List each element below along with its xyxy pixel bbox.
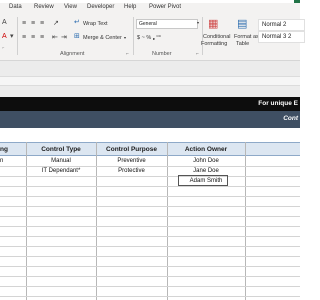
number-format-value: General [139,21,157,27]
chevron-down-icon[interactable]: ▾ [197,20,199,25]
font-color-icon[interactable]: A [2,33,7,40]
row-divider [0,276,300,277]
cell-style-label: Normal 2 [262,22,287,28]
row-divider [0,226,300,227]
conditional-formatting-icon[interactable]: ▦ [208,19,218,30]
cell-control-type[interactable]: IT Dependant* [26,167,96,176]
cell-control-purpose[interactable]: Preventive [96,157,167,166]
cell-style-label: Normal 3 2 [262,34,292,40]
banner-text: For unique E [258,100,298,107]
tab-developer[interactable]: Developer [87,4,114,10]
cell-control-type[interactable]: Manual [26,157,96,166]
merge-center-button[interactable]: Merge & Center [83,35,122,41]
align-top-icon[interactable]: ≡ [22,20,26,27]
decrease-indent-icon[interactable]: ⇤ [52,34,58,41]
number-format-select[interactable]: General [136,19,198,29]
header-control-purpose[interactable]: Control Purpose [96,143,167,156]
table-header-row: ng Control Type Control Purpose Action O… [0,142,300,156]
cell-partial[interactable] [0,167,26,176]
tab-review[interactable]: Review [34,4,54,10]
cell-partial[interactable]: n [0,157,26,166]
active-cell-selection[interactable] [178,175,228,186]
number-launcher-icon[interactable]: ⌐ [196,51,199,57]
header-control-type[interactable]: Control Type [26,143,96,156]
ribbon: A A ▾ ⌐ ≡ ≡ ≡ ↗ ↵ Wrap Text ≡ ≡ ≡ ⇤ ⇥ ⊞ … [0,15,305,61]
row-divider [0,206,300,207]
sheet-banner-slate: Cont [0,111,300,128]
increase-indent-icon[interactable]: ⇥ [61,34,67,41]
orientation-icon[interactable]: ↗ [53,20,59,27]
format-as-table-icon[interactable]: ▤ [237,19,247,30]
group-label-alignment: Alignment [60,51,85,57]
banner-subtext: Cont [283,115,298,122]
cell-partial[interactable] [0,177,26,186]
sheet-banner-black: For unique E [0,97,300,111]
row-divider [0,246,300,247]
conditional-formatting-label-2[interactable]: Formatting [201,41,227,47]
row-divider [0,286,300,287]
ribbon-separator [133,17,134,55]
cell-style-normal-2[interactable]: Normal 2 [258,19,305,31]
wrap-text-icon[interactable]: ↵ [74,19,80,26]
cell-control-type[interactable] [26,177,96,186]
align-left-icon[interactable]: ≡ [22,34,26,41]
chevron-down-icon[interactable]: ▾ [10,33,14,40]
conditional-formatting-label-1[interactable]: Conditional [203,34,231,40]
formula-bar[interactable] [0,76,300,86]
align-bottom-icon[interactable]: ≡ [40,20,44,27]
alignment-launcher-icon[interactable]: ⌐ [126,51,129,57]
cell-style-normal-3-2[interactable]: Normal 3 2 [258,31,305,43]
row-divider [0,186,300,187]
cell-control-purpose[interactable]: Protective [96,167,167,176]
row-divider [0,216,300,217]
group-label-number: Number [152,51,172,57]
format-as-table-label-2[interactable]: Table [236,41,249,47]
wrap-text-button[interactable]: Wrap Text [83,21,108,27]
align-center-icon[interactable]: ≡ [31,34,35,41]
header-action-owner[interactable]: Action Owner [167,143,245,156]
font-group-launcher-icon[interactable]: ⌐ [2,45,4,50]
row-divider [0,256,300,257]
row-divider [0,296,300,297]
number-format-buttons[interactable]: $ ~ % ❟ ⁰⁰ [137,35,161,42]
tab-data[interactable]: Data [9,4,22,10]
row-divider [0,196,300,197]
sheet-gap-row [0,128,300,142]
header-partial[interactable]: ng [0,143,26,156]
align-middle-icon[interactable]: ≡ [31,20,35,27]
chevron-down-icon[interactable]: ▾ [124,35,126,40]
tab-view[interactable]: View [64,4,77,10]
row-divider [0,236,300,237]
ribbon-tabs: Data Review View Developer Help Power Pi… [0,3,300,15]
ribbon-separator [17,17,18,55]
row-divider [0,266,300,267]
font-size-up-icon[interactable]: A [2,19,7,26]
cell-control-purpose[interactable] [96,177,167,186]
align-right-icon[interactable]: ≡ [40,34,44,41]
cell-action-owner[interactable]: John Doe [167,157,245,166]
merge-center-icon[interactable]: ⊞ [74,33,80,40]
tab-help[interactable]: Help [124,4,136,10]
tab-power-pivot[interactable]: Power Pivot [149,4,181,10]
format-as-table-label-1[interactable]: Format as [234,34,259,40]
